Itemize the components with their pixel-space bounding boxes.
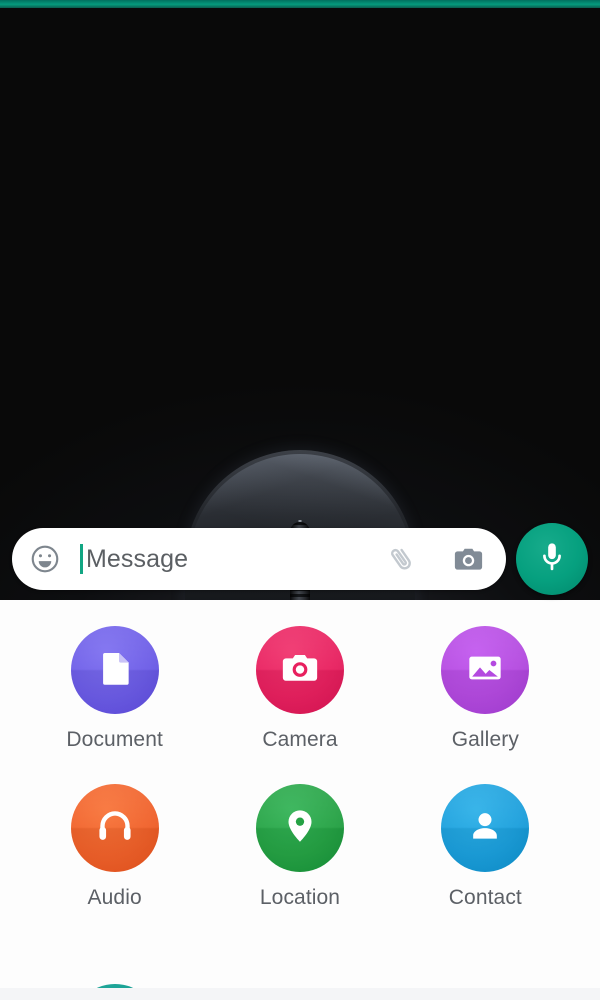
attachment-label: Document [66,728,163,751]
attachment-label: Location [259,886,341,909]
chat-wallpaper-photo [0,8,600,600]
message-input-field[interactable]: Message [72,528,372,590]
attachment-option-location[interactable]: Location [207,784,392,910]
headphones-icon [94,805,136,852]
audio-icon-circle [70,784,159,872]
camera-icon[interactable] [448,539,488,579]
attachment-sheet: Document Camera Gallery Audio Location C… [0,600,600,1000]
attachment-option-contact[interactable]: Contact [393,784,578,910]
attachment-option-camera[interactable]: Camera [207,626,392,752]
attachment-option-document[interactable]: Document [22,626,207,752]
attachment-label: Camera [262,728,338,751]
gallery-icon-circle [441,626,530,714]
attachment-label: Contact [448,886,522,909]
document-icon [94,647,136,694]
attachment-option-audio[interactable]: Audio [22,784,207,910]
attachment-label: Gallery [451,728,519,751]
whatsapp-chat-screen: Message Document Camera Gallery Audio Lo… [0,0,600,1000]
location-icon-circle [255,784,344,872]
message-placeholder: Message [86,544,189,573]
contact-icon-circle [441,784,530,872]
voice-message-button[interactable] [516,523,588,595]
camera-icon-circle [255,626,344,714]
emoji-icon[interactable] [28,542,62,576]
message-input-pill[interactable]: Message [12,528,506,590]
person-icon [465,806,505,851]
message-composer-row: Message [0,518,600,600]
microphone-icon [535,540,569,579]
paperclip-icon[interactable] [382,539,422,579]
chat-message-area [0,8,600,600]
document-icon-circle [70,626,159,714]
attachment-option-gallery[interactable]: Gallery [393,626,578,752]
status-bar [0,0,600,8]
attachment-label: Audio [87,886,142,909]
camera-icon [279,647,321,694]
bottom-navigation-strip [0,988,600,1000]
map-pin-icon [280,806,320,851]
image-icon [465,648,505,693]
attachment-grid: Document Camera Gallery Audio Location C… [0,626,600,910]
